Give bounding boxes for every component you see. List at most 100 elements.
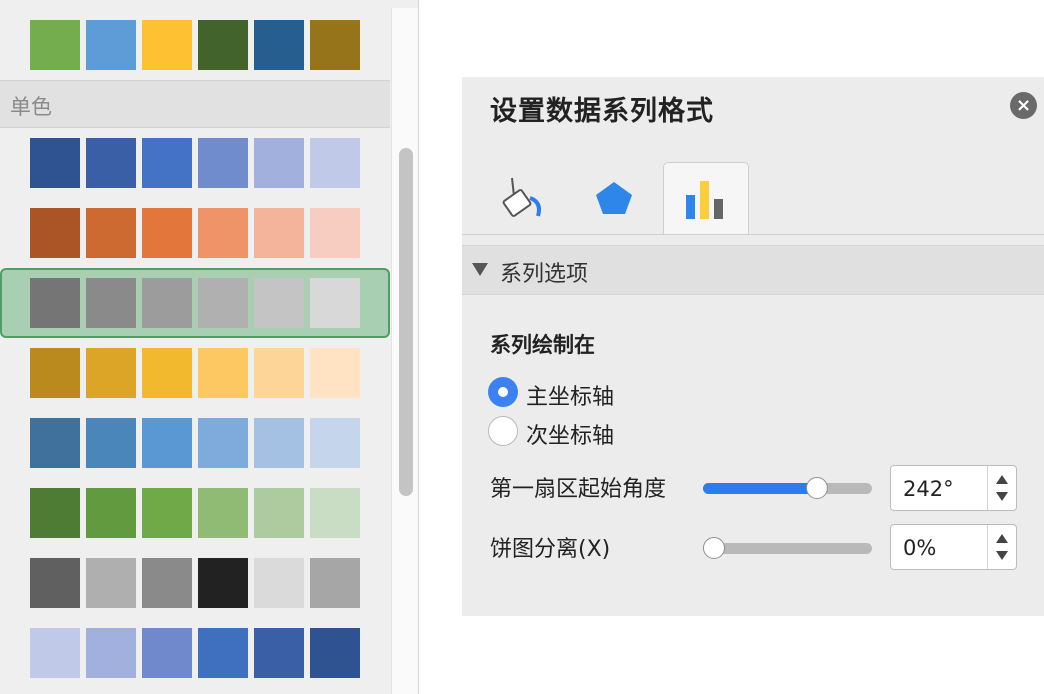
- color-swatch[interactable]: [198, 138, 248, 188]
- explosion-slider-knob[interactable]: [703, 537, 725, 559]
- color-swatch[interactable]: [198, 278, 248, 328]
- color-swatch[interactable]: [254, 418, 304, 468]
- color-swatch[interactable]: [198, 20, 248, 70]
- color-swatch[interactable]: [198, 348, 248, 398]
- collapse-triangle-icon[interactable]: [472, 263, 488, 276]
- color-swatch[interactable]: [142, 348, 192, 398]
- color-swatch[interactable]: [142, 628, 192, 678]
- bar-chart-icon: [686, 181, 723, 219]
- tab-fill-line[interactable]: [482, 162, 568, 235]
- color-swatch[interactable]: [254, 138, 304, 188]
- color-swatch[interactable]: [310, 488, 360, 538]
- color-swatch[interactable]: [142, 278, 192, 328]
- color-swatch[interactable]: [254, 488, 304, 538]
- color-swatch[interactable]: [30, 628, 80, 678]
- primary-axis-label: 主坐标轴: [526, 385, 615, 410]
- color-swatch[interactable]: [310, 628, 360, 678]
- color-swatch[interactable]: [30, 20, 80, 70]
- tab-series-options[interactable]: [663, 162, 749, 235]
- color-swatch[interactable]: [86, 488, 136, 538]
- paint-bucket-icon: [502, 177, 541, 217]
- swatch-row[interactable]: [0, 478, 390, 548]
- swatch-row[interactable]: [0, 548, 390, 618]
- color-swatch[interactable]: [198, 418, 248, 468]
- angle-down-arrow-icon[interactable]: [996, 492, 1008, 501]
- pie-explosion-label: 饼图分离(X): [490, 537, 611, 562]
- angle-up-arrow-icon[interactable]: [996, 475, 1008, 484]
- color-swatch[interactable]: [142, 138, 192, 188]
- swatch-row[interactable]: [0, 338, 390, 408]
- color-swatch[interactable]: [142, 488, 192, 538]
- color-swatch[interactable]: [198, 628, 248, 678]
- color-swatch[interactable]: [30, 558, 80, 608]
- picker-scrollbar[interactable]: [391, 8, 418, 694]
- color-swatch[interactable]: [86, 348, 136, 398]
- color-swatch[interactable]: [30, 278, 80, 328]
- color-swatch[interactable]: [310, 138, 360, 188]
- explosion-spin-box[interactable]: 0%: [890, 524, 1017, 570]
- monochrome-section-header: 单色: [0, 80, 390, 128]
- angle-stepper[interactable]: [987, 466, 1016, 510]
- color-swatch[interactable]: [142, 208, 192, 258]
- explosion-slider[interactable]: [703, 537, 872, 559]
- swatch-row[interactable]: [0, 408, 390, 478]
- explosion-down-arrow-icon[interactable]: [996, 551, 1008, 560]
- picker-scroll-thumb[interactable]: [399, 148, 413, 496]
- angle-slider[interactable]: [703, 477, 872, 499]
- series-options-label: 系列选项: [500, 262, 589, 287]
- color-swatch[interactable]: [142, 558, 192, 608]
- swatch-row-selected[interactable]: [0, 268, 390, 338]
- angle-value: 242°: [903, 477, 954, 501]
- color-swatch[interactable]: [30, 348, 80, 398]
- secondary-axis-radio[interactable]: [488, 416, 518, 446]
- color-swatch[interactable]: [310, 558, 360, 608]
- primary-axis-radio[interactable]: [488, 377, 518, 407]
- color-swatch[interactable]: [254, 628, 304, 678]
- angle-slider-knob[interactable]: [806, 477, 828, 499]
- color-swatch[interactable]: [198, 488, 248, 538]
- pentagon-icon: [596, 182, 632, 214]
- color-swatch[interactable]: [254, 20, 304, 70]
- color-swatch[interactable]: [30, 488, 80, 538]
- close-icon[interactable]: ×: [1010, 92, 1037, 119]
- color-swatch[interactable]: [310, 20, 360, 70]
- color-swatch[interactable]: [254, 208, 304, 258]
- color-swatch[interactable]: [142, 20, 192, 70]
- swatch-row-theme: [0, 10, 390, 80]
- color-swatch[interactable]: [86, 558, 136, 608]
- color-swatch[interactable]: [86, 20, 136, 70]
- pane-title: 设置数据系列格式: [490, 96, 714, 127]
- color-swatch[interactable]: [142, 418, 192, 468]
- color-swatch[interactable]: [30, 208, 80, 258]
- color-swatch[interactable]: [86, 418, 136, 468]
- color-swatch[interactable]: [198, 558, 248, 608]
- color-swatch[interactable]: [198, 208, 248, 258]
- color-swatch[interactable]: [86, 278, 136, 328]
- swatch-row[interactable]: [0, 198, 390, 268]
- color-swatch[interactable]: [310, 208, 360, 258]
- angle-slider-fill: [703, 483, 817, 494]
- color-swatch[interactable]: [86, 628, 136, 678]
- tab-effects[interactable]: [572, 162, 658, 235]
- swatch-row[interactable]: [0, 128, 390, 198]
- color-swatch[interactable]: [310, 418, 360, 468]
- color-picker-panel: 单色: [0, 0, 419, 694]
- color-swatch[interactable]: [30, 138, 80, 188]
- first-slice-angle-label: 第一扇区起始角度: [490, 477, 667, 502]
- format-data-series-pane: 设置数据系列格式 × 系列选项 系列绘制在 主坐标轴 次坐标轴 第一扇区起始角度: [462, 77, 1044, 616]
- color-swatch[interactable]: [254, 348, 304, 398]
- explosion-stepper[interactable]: [987, 525, 1016, 569]
- color-swatch[interactable]: [254, 558, 304, 608]
- monochrome-label: 单色: [10, 95, 52, 119]
- color-swatch[interactable]: [254, 278, 304, 328]
- tabs-divider: [462, 234, 1044, 235]
- angle-spin-box[interactable]: 242°: [890, 465, 1017, 511]
- color-swatch[interactable]: [86, 138, 136, 188]
- color-swatch[interactable]: [310, 348, 360, 398]
- color-swatch[interactable]: [30, 418, 80, 468]
- color-swatch[interactable]: [310, 278, 360, 328]
- swatch-row[interactable]: [0, 618, 390, 688]
- series-options-header[interactable]: 系列选项: [462, 245, 1044, 295]
- explosion-up-arrow-icon[interactable]: [996, 534, 1008, 543]
- color-swatch[interactable]: [86, 208, 136, 258]
